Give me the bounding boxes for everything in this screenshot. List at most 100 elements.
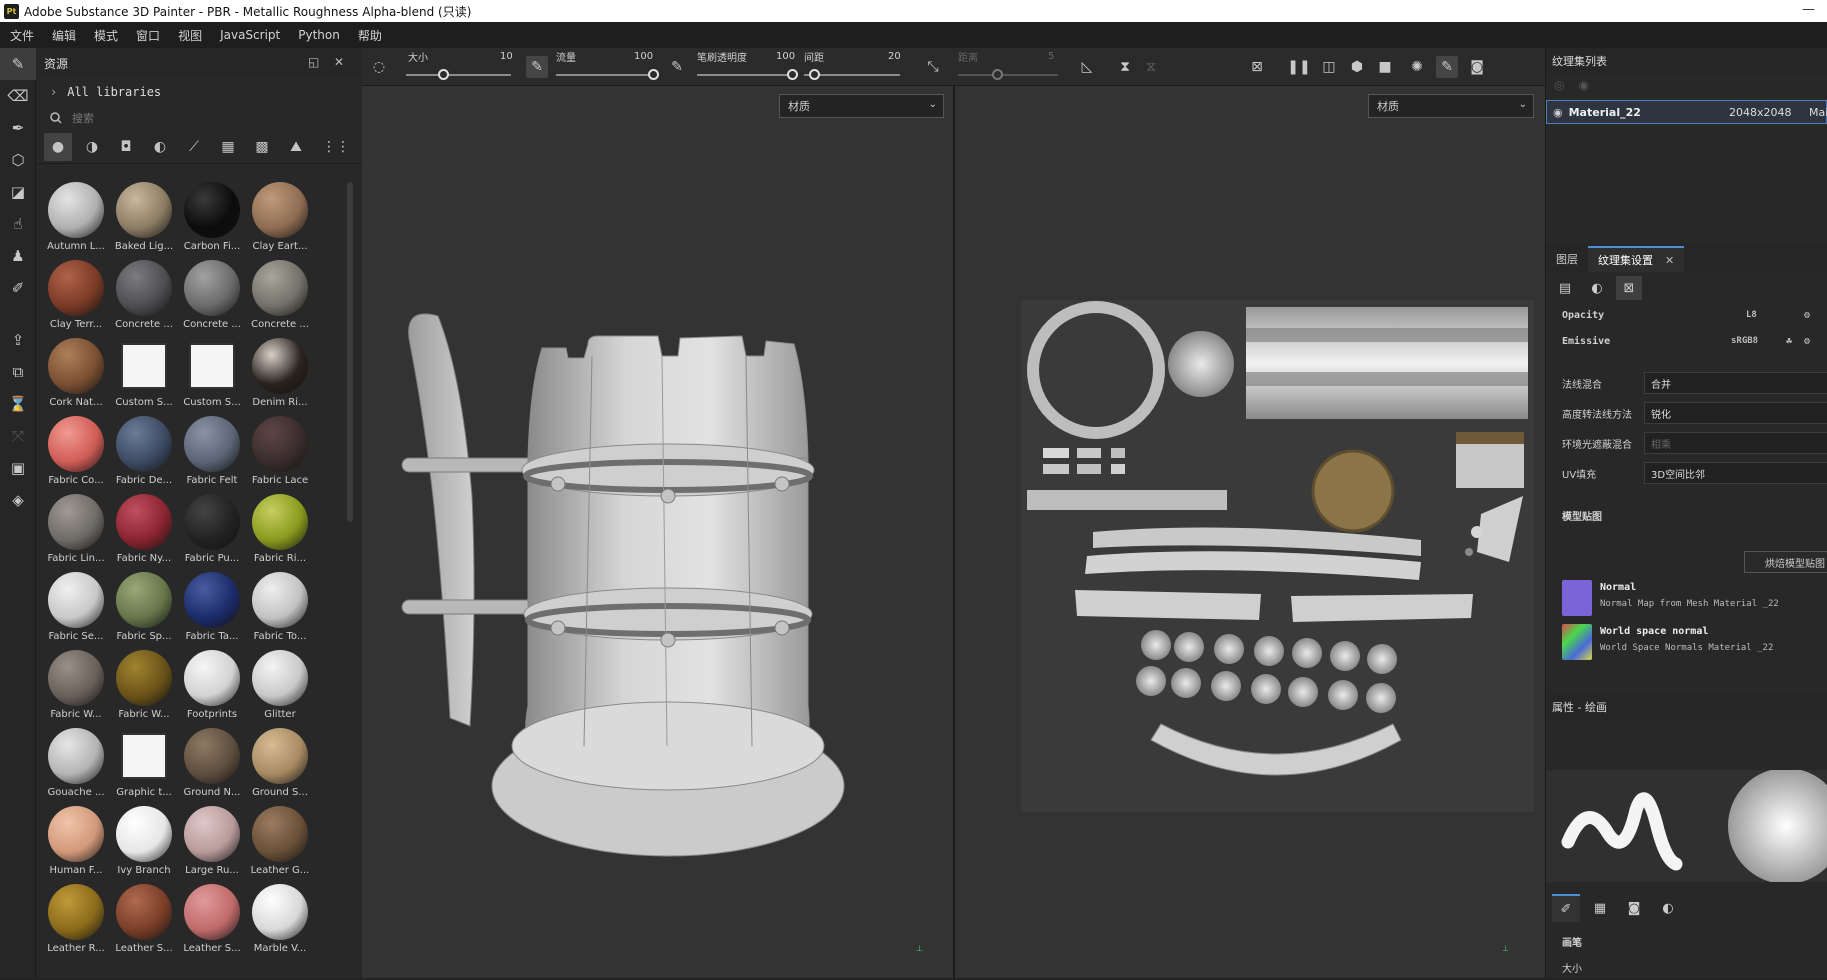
menu-view[interactable]: 视图: [178, 27, 202, 44]
asset-search[interactable]: 搜索: [36, 106, 362, 130]
asset-tile[interactable]: Ground S...: [246, 728, 314, 800]
close-tab-icon[interactable]: ✕: [1665, 254, 1674, 267]
texture-set-row[interactable]: ◉ Material_22 2048x2048 Mai: [1546, 100, 1827, 124]
asset-tile[interactable]: Ivy Branch: [110, 806, 178, 878]
asset-tile[interactable]: Fabric Co...: [42, 416, 110, 488]
uv-fill-dropdown[interactable]: 3D空间比邻: [1644, 462, 1827, 484]
asset-tile[interactable]: Fabric Lin...: [42, 494, 110, 566]
asset-tile[interactable]: Leather S...: [178, 884, 246, 956]
history-icon[interactable]: ⌛: [0, 388, 36, 420]
opacity-format[interactable]: L8: [1746, 310, 1757, 320]
polygon-fill-tool-icon[interactable]: ◪: [0, 176, 36, 208]
eraser-tool-icon[interactable]: ⌫: [0, 80, 36, 112]
asset-tile[interactable]: Carbon Fi...: [178, 182, 246, 254]
asset-tile[interactable]: Fabric Se...: [42, 572, 110, 644]
asset-tile[interactable]: Fabric To...: [246, 572, 314, 644]
asset-tile[interactable]: Fabric Felt: [178, 416, 246, 488]
flow-slider-handle[interactable]: [648, 69, 659, 80]
flow-slider[interactable]: [556, 74, 654, 76]
asset-tile[interactable]: Ground N...: [178, 728, 246, 800]
size-slider-handle[interactable]: [438, 69, 449, 80]
filter-brushes-icon[interactable]: ⟋: [180, 133, 208, 161]
asset-tile[interactable]: Leather G...: [246, 806, 314, 878]
spacing-slider-handle[interactable]: [809, 69, 820, 80]
asset-tile[interactable]: Glitter: [246, 650, 314, 722]
layers-icon[interactable]: ◈: [0, 484, 36, 516]
hide-all-icon[interactable]: ◎: [1554, 78, 1564, 92]
asset-tile[interactable]: Custom S...: [178, 338, 246, 410]
tab-layers[interactable]: 图层: [1546, 246, 1588, 272]
menu-python[interactable]: Python: [298, 28, 340, 42]
menu-file[interactable]: 文件: [10, 27, 34, 44]
mesh-map-normal[interactable]: Normal Normal Map from Mesh Material _22: [1562, 580, 1827, 620]
eye-icon[interactable]: ◉: [1553, 106, 1563, 119]
float-panel-icon[interactable]: ◱: [308, 55, 319, 69]
asset-tile[interactable]: Fabric De...: [110, 416, 178, 488]
asset-tile[interactable]: Fabric Pu...: [178, 494, 246, 566]
color-picker-tool-icon[interactable]: ✐: [0, 272, 36, 304]
symmetry-lasso-icon[interactable]: ◌: [368, 56, 390, 78]
channels-icon[interactable]: ▤: [1552, 276, 1578, 300]
asset-tile[interactable]: Footprints: [178, 650, 246, 722]
show-all-icon[interactable]: ◉: [1578, 78, 1588, 92]
projection-tool-icon[interactable]: ✒: [0, 112, 36, 144]
asset-tile[interactable]: Concrete ...: [178, 260, 246, 332]
geometry-mask-tool-icon[interactable]: ⬡: [0, 144, 36, 176]
paint-brush-tool-icon[interactable]: ✎: [0, 48, 36, 80]
menu-help[interactable]: 帮助: [358, 27, 382, 44]
library-selector[interactable]: › All libraries: [36, 78, 362, 106]
distance-slider-handle[interactable]: [992, 69, 1003, 80]
pause-engine-icon[interactable]: ❚❚: [1287, 56, 1310, 78]
hide-selection-icon[interactable]: ⊠: [1246, 56, 1268, 78]
stroke-opacity-slider-handle[interactable]: [787, 69, 798, 80]
mesh-map-world-normal[interactable]: World space normal World Space Normals M…: [1562, 624, 1827, 664]
asset-tile[interactable]: Leather S...: [110, 884, 178, 956]
distance-slider[interactable]: [958, 74, 1058, 76]
gear-icon[interactable]: ⚙: [1804, 310, 1810, 321]
mask-tab-icon[interactable]: ◙: [1620, 894, 1648, 922]
clone-stamp-tool-icon[interactable]: ♟: [0, 240, 36, 272]
brush-tab-icon[interactable]: ✐: [1552, 894, 1580, 922]
ao-blend-dropdown[interactable]: 相乘: [1644, 432, 1827, 454]
bake-mesh-maps-button[interactable]: 烘焙模型贴图: [1744, 551, 1827, 573]
symmetry-options-icon[interactable]: ⧖: [1140, 56, 1162, 78]
menu-javascript[interactable]: JavaScript: [220, 28, 280, 42]
asset-tile[interactable]: Leather R...: [42, 884, 110, 956]
asset-tile[interactable]: Human F...: [42, 806, 110, 878]
filter-materials-icon[interactable]: ●: [44, 132, 72, 161]
asset-tile[interactable]: Concrete ...: [246, 260, 314, 332]
size-slider[interactable]: [406, 74, 511, 76]
export-icon[interactable]: ⇪: [0, 324, 36, 356]
filter-procedurals-icon[interactable]: ◐: [146, 133, 174, 161]
split-view-icon[interactable]: ◫: [1318, 56, 1340, 78]
height-to-normal-dropdown[interactable]: 锐化: [1644, 402, 1827, 424]
filter-smart-materials-icon[interactable]: ◑: [78, 133, 106, 161]
assets-scrollbar[interactable]: [347, 182, 353, 522]
alignment-icon[interactable]: ◺: [1076, 56, 1098, 78]
gear-icon[interactable]: ⚙: [1804, 336, 1810, 347]
viewport-3d[interactable]: 材质 ⌄ ⊥: [362, 86, 953, 978]
smudge-tool-icon[interactable]: ☝: [0, 208, 36, 240]
symmetry-icon[interactable]: ⧗: [1114, 56, 1136, 78]
viewport-2d-channel-dropdown[interactable]: 材质 ⌄: [1368, 94, 1534, 118]
asset-tile[interactable]: Concrete ...: [110, 260, 178, 332]
asset-tile[interactable]: Large Ru...: [178, 806, 246, 878]
tab-texture-set-settings[interactable]: 纹理集设置 ✕: [1588, 246, 1685, 272]
asset-tile[interactable]: Marble V...: [246, 884, 314, 956]
screenshot-icon[interactable]: ◙: [1466, 56, 1488, 78]
asset-tile[interactable]: Baked Lig...: [110, 182, 178, 254]
warp-icon[interactable]: ⤧: [0, 420, 36, 452]
display-mode-icon[interactable]: ⬢: [1346, 56, 1368, 78]
filter-grid-icon[interactable]: ▩: [248, 133, 276, 161]
bake-icon[interactable]: ⧉: [0, 356, 36, 388]
asset-tile[interactable]: Denim Ri...: [246, 338, 314, 410]
asset-tile[interactable]: Clay Eart...: [246, 182, 314, 254]
size-pressure-icon[interactable]: ✎: [526, 56, 548, 78]
menu-mode[interactable]: 模式: [94, 27, 118, 44]
asset-tile[interactable]: Fabric Lace: [246, 416, 314, 488]
material-tab-icon[interactable]: ▦: [1586, 894, 1614, 922]
close-panel-icon[interactable]: ✕: [334, 55, 344, 69]
camera-icon[interactable]: ■: [1374, 56, 1396, 78]
stroke-opacity-slider[interactable]: [697, 74, 792, 76]
menu-window[interactable]: 窗口: [136, 27, 160, 44]
